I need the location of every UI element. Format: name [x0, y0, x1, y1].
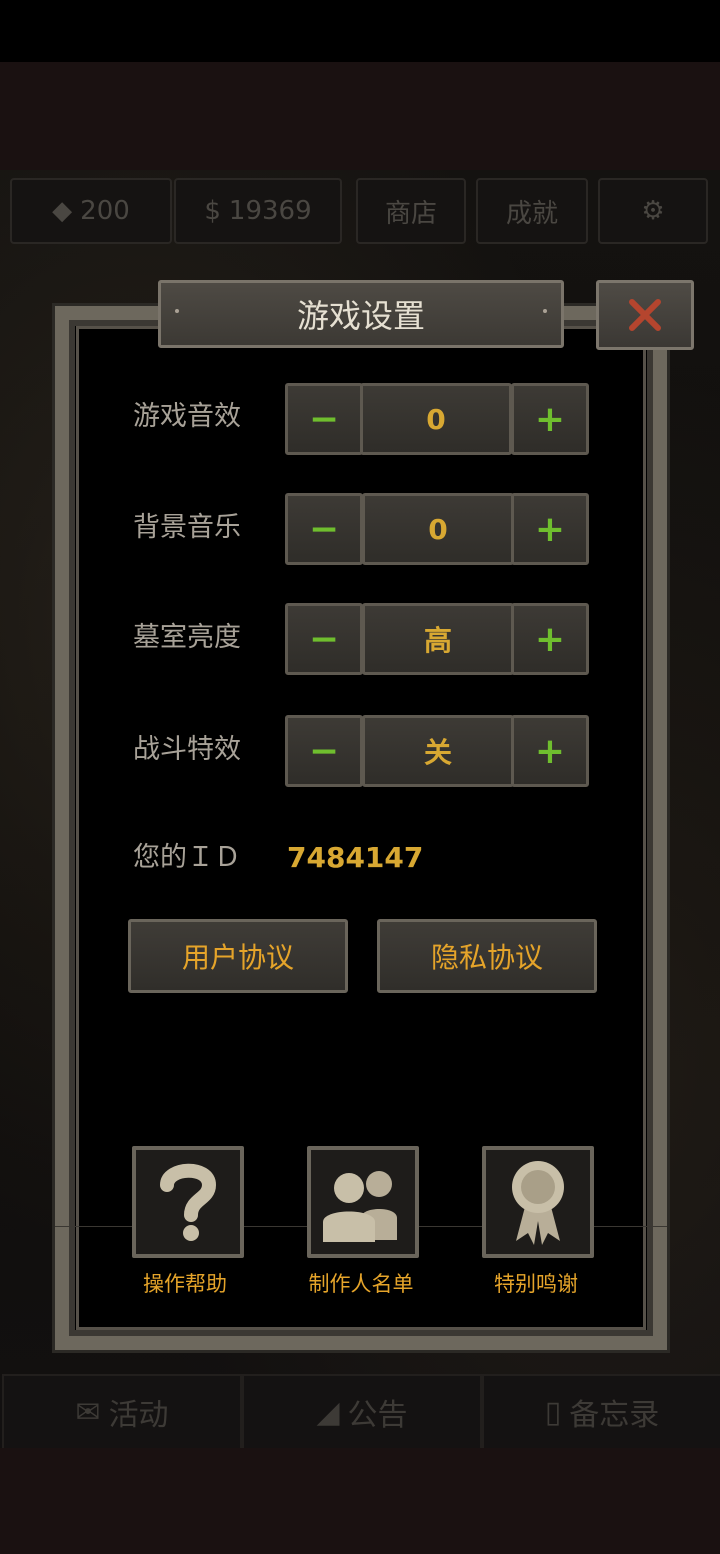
close-button[interactable]: [596, 280, 694, 350]
help-button[interactable]: [132, 1146, 244, 1258]
tab-memo-label: 备忘录: [569, 1398, 660, 1433]
tab-activity[interactable]: ✉ 活动: [2, 1374, 242, 1450]
battle-effects-minus-button[interactable]: −: [285, 715, 363, 787]
gem-counter: ◆ 200: [10, 178, 172, 244]
tab-memo[interactable]: ▯ 备忘录: [482, 1374, 720, 1450]
people-icon: [323, 1171, 397, 1242]
credits-label: 制作人名单: [308, 1272, 414, 1296]
battle-effects-value: 关: [362, 715, 514, 787]
coin-count: 19369: [228, 196, 312, 226]
close-icon: [629, 299, 661, 331]
tomb-brightness-value: 高: [362, 603, 514, 675]
background-music-plus-button[interactable]: +: [511, 493, 589, 565]
sound-effects-plus-button[interactable]: +: [511, 383, 589, 455]
megaphone-icon: ◢: [316, 1394, 340, 1430]
achievements-label: 成就: [505, 198, 558, 229]
battle-effects-label: 战斗特效: [133, 734, 241, 765]
sound-effects-value: 0: [360, 383, 512, 455]
privacy-agreement-button[interactable]: 隐私协议: [377, 919, 597, 993]
dialog-title-plate: 游戏设置: [158, 280, 564, 348]
tab-announcement[interactable]: ◢ 公告: [242, 1374, 482, 1450]
shop-label: 商店: [384, 198, 437, 229]
gem-count: 200: [80, 196, 130, 226]
tomb-brightness-plus-button[interactable]: +: [511, 603, 589, 675]
question-icon: [160, 1163, 217, 1241]
diamond-icon: ◆: [52, 196, 73, 226]
sound-effects-minus-button[interactable]: −: [285, 383, 363, 455]
privacy-agreement-label: 隐私协议: [430, 941, 543, 974]
gear-icon: ⚙: [641, 196, 665, 226]
tab-announcement-label: 公告: [347, 1398, 408, 1433]
settings-button[interactable]: ⚙: [598, 178, 708, 244]
shop-button[interactable]: 商店: [356, 178, 466, 244]
dialog-title: 游戏设置: [296, 297, 425, 335]
user-agreement-button[interactable]: 用户协议: [128, 919, 348, 993]
coin-counter: $ 19369: [174, 178, 342, 244]
user-id-label: 您的ＩＤ: [133, 842, 241, 873]
special-thanks-label: 特别鸣谢: [494, 1272, 578, 1296]
rivet: [175, 309, 179, 313]
rivet: [543, 309, 547, 313]
status-bar: [0, 0, 720, 62]
background-music-value: 0: [362, 493, 514, 565]
user-id-value: 7484147: [287, 841, 424, 874]
battle-effects-plus-button[interactable]: +: [511, 715, 589, 787]
sound-effects-label: 游戏音效: [133, 401, 241, 432]
tab-activity-label: 活动: [108, 1398, 169, 1433]
tomb-brightness-minus-button[interactable]: −: [285, 603, 363, 675]
background-music-minus-button[interactable]: −: [285, 493, 363, 565]
help-label: 操作帮助: [143, 1272, 227, 1296]
award-ribbon-icon: [512, 1161, 564, 1245]
achievements-button[interactable]: 成就: [476, 178, 588, 244]
background-music-label: 背景音乐: [133, 512, 241, 543]
bottom-letterbox: [0, 1448, 720, 1554]
tomb-brightness-label: 墓室亮度: [133, 622, 241, 653]
dollar-coin-icon: $: [204, 196, 221, 226]
notepad-icon: ▯: [544, 1394, 562, 1430]
special-thanks-button[interactable]: [482, 1146, 594, 1258]
credits-button[interactable]: [307, 1146, 419, 1258]
envelope-icon: ✉: [75, 1394, 101, 1430]
top-letterbox: [0, 62, 720, 170]
user-agreement-label: 用户协议: [181, 941, 294, 974]
